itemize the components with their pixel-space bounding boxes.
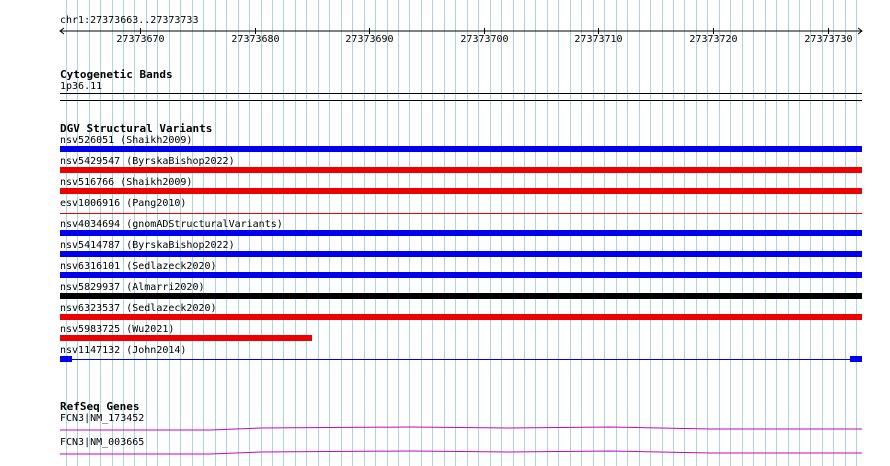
cytoband-bottom-line — [60, 100, 862, 101]
variant-label[interactable]: nsv1147132 (John2014) — [60, 345, 186, 357]
variant-line[interactable] — [60, 213, 862, 214]
ruler-tick-label: 27373670 — [116, 34, 165, 45]
variant-label[interactable]: esv1006916 (Pang2010) — [60, 198, 186, 210]
variant-bar[interactable] — [60, 251, 862, 257]
ruler-tick-label: 27373720 — [689, 34, 738, 45]
variant-bar[interactable] — [60, 293, 862, 299]
variant-bar[interactable] — [60, 335, 312, 341]
gene-model[interactable] — [0, 423, 890, 433]
variant-bar[interactable] — [60, 167, 862, 173]
ruler-tick-label: 27373710 — [574, 34, 623, 45]
variant-bar[interactable] — [60, 314, 862, 320]
cytoband-top-line — [60, 93, 862, 94]
ruler-tick-label: 27373680 — [231, 34, 280, 45]
variant-bar[interactable] — [60, 272, 862, 278]
refseq-track-title: RefSeq Genes — [60, 400, 140, 413]
dgv-track-title: DGV Structural Variants — [60, 122, 213, 135]
variant-end-block[interactable] — [850, 356, 862, 362]
variant-end-block[interactable] — [60, 356, 72, 362]
variant-bar[interactable] — [60, 230, 862, 236]
ruler-tick-label: 27373730 — [804, 34, 853, 45]
variant-bar[interactable] — [60, 188, 862, 194]
ruler-tick-label: 27373700 — [460, 34, 509, 45]
gene-model[interactable] — [0, 447, 890, 457]
ruler-tick-label: 27373690 — [345, 34, 394, 45]
variant-line[interactable] — [60, 359, 862, 360]
variant-bar[interactable] — [60, 146, 862, 152]
cytoband-label: 1p36.11 — [60, 81, 103, 92]
cytoband-track-title: Cytogenetic Bands — [60, 68, 173, 81]
